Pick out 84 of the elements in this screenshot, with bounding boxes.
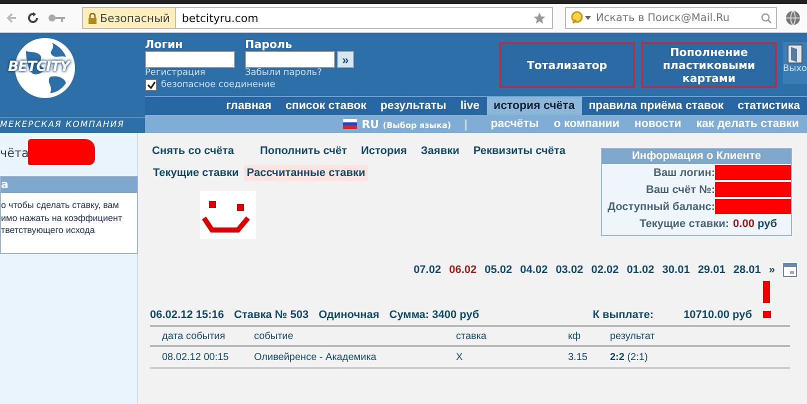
header-button[interactable]: Тотализатор xyxy=(499,42,635,88)
secure-checkbox[interactable] xyxy=(145,79,157,91)
security-label: Безопасный xyxy=(100,12,170,24)
bets-tab[interactable]: Рассчитанные ставки xyxy=(244,165,368,181)
magnifier-icon xyxy=(570,10,592,26)
client-info-title: Информация о Клиенте xyxy=(602,149,791,164)
column-header: ставка xyxy=(455,326,567,346)
nav-tab[interactable]: правила приёма ставок xyxy=(582,97,731,116)
header-button[interactable]: Пополнение пластиковыми картами xyxy=(641,42,777,88)
panel-text: о чтобы сделать ставку, вам xyxy=(1,199,120,212)
calendar-icon[interactable] xyxy=(783,263,797,277)
date-link[interactable]: 28.01 xyxy=(733,264,761,276)
address-bar[interactable]: Безопасный betcityru.com xyxy=(82,7,554,29)
url-text: betcityru.com xyxy=(182,12,260,24)
login-field[interactable] xyxy=(145,51,235,68)
next-dates-link[interactable]: » xyxy=(768,264,775,276)
bet-datetime: 06.02.12 15:16 xyxy=(150,309,224,321)
bet-type: Одиночная xyxy=(318,309,380,321)
search-box[interactable]: Искать в Поиск@Mail.Ru xyxy=(565,7,777,29)
payout-label: К выплате: xyxy=(592,309,654,321)
russian-flag-icon[interactable] xyxy=(342,119,357,130)
padlock-icon xyxy=(88,12,97,24)
bet-number: Ставка № 503 xyxy=(234,309,309,321)
panel-header: а xyxy=(1,177,137,193)
nav-tab[interactable]: результаты xyxy=(373,97,454,116)
account-link[interactable]: История xyxy=(361,145,407,157)
date-link[interactable]: 30.01 xyxy=(662,264,690,276)
exclamation-mark-drawing xyxy=(763,281,771,319)
table-cell: 3.15 xyxy=(567,346,609,368)
smiley-drawing xyxy=(200,191,256,239)
table-cell: Оливейренсе - Академика xyxy=(253,346,455,368)
reload-icon[interactable] xyxy=(26,11,40,25)
date-link[interactable]: 04.02 xyxy=(520,264,548,276)
separator: | xyxy=(464,118,468,131)
date-link[interactable]: 06.02 xyxy=(449,264,477,276)
table-cell: X xyxy=(455,346,567,368)
password-field[interactable] xyxy=(245,51,335,68)
secure-connection-label: безопасное соединение xyxy=(161,80,276,90)
login-button[interactable]: » xyxy=(337,51,354,68)
column-header: событие xyxy=(253,326,455,346)
account-link[interactable]: Пополнить счёт xyxy=(260,145,347,157)
forgot-password-link[interactable]: Забыли пароль? xyxy=(245,68,354,78)
register-link[interactable]: Регистрация xyxy=(145,68,235,78)
payout-amount: 10710.00 руб xyxy=(684,309,752,321)
bet-sum: Сумма: 3400 руб xyxy=(389,309,480,321)
client-info-label: Ваш логин: xyxy=(654,166,715,178)
date-link[interactable]: 29.01 xyxy=(698,264,726,276)
column-header: дата события xyxy=(150,326,253,346)
back-arrow-icon[interactable] xyxy=(6,12,18,24)
login-label: Логин xyxy=(145,38,184,51)
bets-tab[interactable]: Текущие ставки xyxy=(150,165,242,181)
security-badge[interactable]: Безопасный xyxy=(83,8,176,28)
account-link[interactable]: Реквизиты счёта xyxy=(473,145,566,157)
globe-icon[interactable] xyxy=(785,10,801,26)
table-cell: 08.02.12 00:15 xyxy=(150,346,253,368)
date-link[interactable]: 05.02 xyxy=(484,264,512,276)
column-header: результат xyxy=(609,326,790,346)
sidebar-title: чёта xyxy=(0,146,29,160)
password-label: Пароль xyxy=(245,38,294,51)
client-info-label: Текущие ставки: xyxy=(640,218,730,230)
star-icon[interactable] xyxy=(533,12,546,24)
column-header: кф xyxy=(567,326,609,346)
panel-text: имо нажать на коэффициент xyxy=(1,212,124,224)
nav-tab[interactable]: live xyxy=(453,97,487,116)
nav-tab[interactable]: главная xyxy=(219,97,278,116)
door-icon[interactable] xyxy=(787,44,803,64)
nav-tab[interactable]: статистика xyxy=(730,97,807,116)
nav-tab[interactable]: список ставок xyxy=(278,97,374,116)
date-link[interactable]: 01.02 xyxy=(626,264,654,276)
date-link[interactable]: 03.02 xyxy=(556,264,584,276)
panel-text: тветствующего исхода xyxy=(1,224,96,236)
search-icon[interactable] xyxy=(761,12,772,24)
current-bets-value: 0.00 руб xyxy=(733,218,777,230)
table-cell: 2:2 (2:1) xyxy=(609,346,790,368)
tagline: МЕКЕРСКАЯ КОМПАНИЯ xyxy=(0,117,145,130)
nav-tab[interactable]: история счёта xyxy=(486,97,582,116)
client-info-label: Ваш счёт №: xyxy=(646,184,715,196)
account-link[interactable]: Снять со счёта xyxy=(152,145,234,157)
date-link[interactable]: 02.02 xyxy=(591,264,619,276)
key-icon[interactable] xyxy=(48,13,66,23)
account-link[interactable]: Заявки xyxy=(420,145,460,157)
redaction-mark xyxy=(28,139,95,165)
date-link[interactable]: 07.02 xyxy=(414,264,442,276)
client-info-label: Доступный баланс: xyxy=(608,200,715,212)
